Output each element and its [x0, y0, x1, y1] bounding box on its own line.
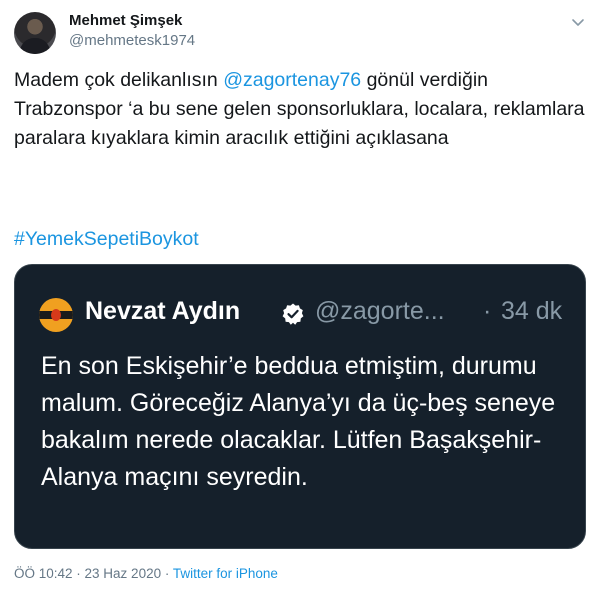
tweet-timestamp[interactable]: ÖÖ 10:42 · 23 Haz 2020 ·: [14, 566, 173, 581]
chevron-down-icon[interactable]: [570, 14, 586, 30]
tweet: Mehmet Şimşek @mehmetesk1974 Madem çok d…: [0, 0, 600, 590]
quoted-tweet-text: En son Eskişehir’e beddua etmiştim, duru…: [41, 352, 556, 491]
tweet-text-part1: Madem çok delikanlısın: [14, 69, 224, 91]
quoted-avatar: [39, 298, 73, 332]
quoted-separator: ·: [483, 297, 492, 325]
verified-badge-icon: [282, 303, 304, 325]
avatar[interactable]: [14, 12, 56, 54]
tweet-header: Mehmet Şimşek @mehmetesk1974: [14, 8, 586, 58]
hashtag-link[interactable]: #YemekSepetiBoykot: [14, 225, 199, 254]
avatar-figure: [20, 38, 50, 54]
quoted-author-name: Nevzat Aydın: [85, 297, 241, 325]
author-name[interactable]: Mehmet Şimşek: [69, 12, 182, 29]
quoted-timestamp: 34 dk: [501, 297, 563, 325]
author-handle[interactable]: @mehmetesk1974: [69, 32, 195, 49]
quoted-avatar-emblem: [51, 309, 61, 321]
mention-link[interactable]: @zagortenay76: [223, 69, 361, 91]
quoted-author-handle: @zagorte...: [315, 297, 445, 325]
quoted-tweet[interactable]: Nevzat Aydın @zagorte... · 34 dk En son …: [14, 264, 586, 549]
tweet-source-link[interactable]: Twitter for iPhone: [173, 566, 278, 581]
tweet-meta: ÖÖ 10:42 · 23 Haz 2020 · Twitter for iPh…: [14, 566, 278, 581]
tweet-text: Madem çok delikanlısın @zagortenay76 gön…: [14, 66, 586, 153]
